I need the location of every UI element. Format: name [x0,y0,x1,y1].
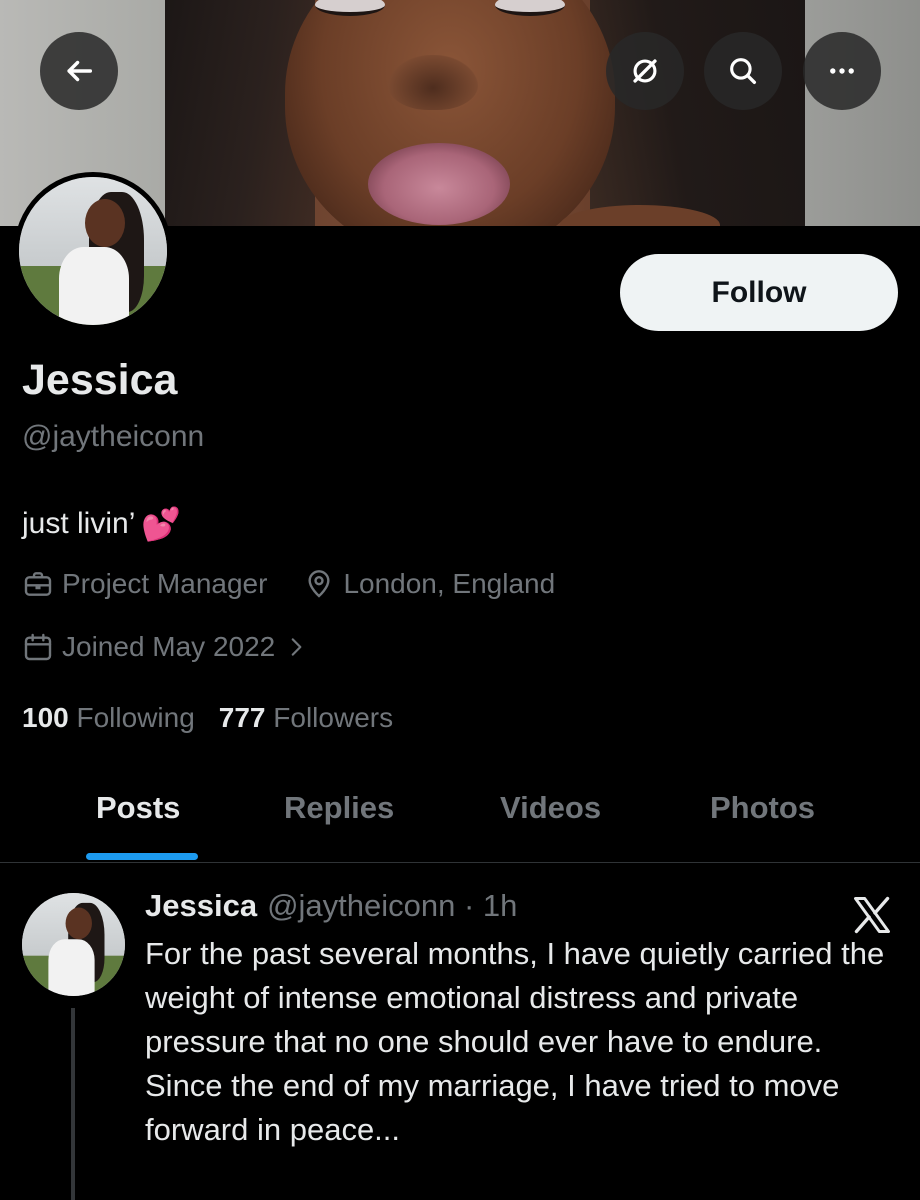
tab-photos[interactable]: Photos [710,790,815,826]
post-avatar[interactable] [22,893,125,996]
profile-bio: just livin’ 💕 [22,505,181,543]
bio-text: just livin’ [22,507,136,540]
follow-button[interactable]: Follow [620,254,898,331]
back-button[interactable] [40,32,118,110]
more-button[interactable] [803,32,881,110]
joined-row[interactable]: Joined May 2022 [22,631,345,663]
followers-count: 777 [218,702,266,733]
location-item: London, England [303,568,555,600]
briefcase-icon [24,572,52,596]
active-tab-indicator [86,853,198,860]
arrow-left-icon [67,60,93,82]
follow-stats: 100 Following 777 Followers [22,702,393,734]
location-text: London, England [343,568,556,599]
calendar-icon [24,633,52,661]
search-button[interactable] [704,32,782,110]
location-pin-icon [308,570,330,598]
x-logo-icon [854,896,890,934]
joined-text: Joined May 2022 [62,631,276,662]
avatar-image [19,177,167,325]
chevron-right-icon [291,638,302,656]
two-hearts-emoji: 💕 [141,506,182,542]
post-paragraph: For the past several months, I have quie… [145,936,885,1059]
more-icon [830,68,854,74]
post-avatar-image [22,893,125,996]
banner-hair-right [590,0,805,226]
tab-videos[interactable]: Videos [500,790,601,826]
profile-name: Jessica [22,356,178,404]
thread-line [71,1008,75,1200]
profession-text: Project Manager [62,568,268,599]
search-icon [730,58,757,85]
post-meta: @jaytheiconn · 1h [267,888,518,923]
post-header: Jessica @jaytheiconn · 1h [145,888,517,924]
grok-icon [633,59,657,83]
post-author-name[interactable]: Jessica [145,888,257,924]
tab-posts[interactable]: Posts [96,790,180,826]
profile-meta-row: Project Manager London, England [22,568,591,600]
profession-item: Project Manager [22,568,267,600]
followers-link[interactable]: 777 Followers [219,702,393,734]
following-count: 100 [22,702,69,733]
grok-button[interactable] [606,32,684,110]
following-label: Following [76,702,195,733]
banner-lips [368,143,510,225]
profile-avatar[interactable] [14,172,172,330]
joined-item[interactable]: Joined May 2022 [22,631,309,663]
tab-replies[interactable]: Replies [284,790,394,826]
banner-nose [388,55,478,110]
post-text: For the past several months, I have quie… [145,932,905,1152]
post-paragraph: Since the end of my marriage, I have tri… [145,1068,840,1147]
following-link[interactable]: 100 Following [22,702,195,734]
followers-label: Followers [273,702,394,733]
profile-tabs: Posts Replies Videos Photos [0,760,920,863]
profile-handle: @jaytheiconn [22,420,205,453]
